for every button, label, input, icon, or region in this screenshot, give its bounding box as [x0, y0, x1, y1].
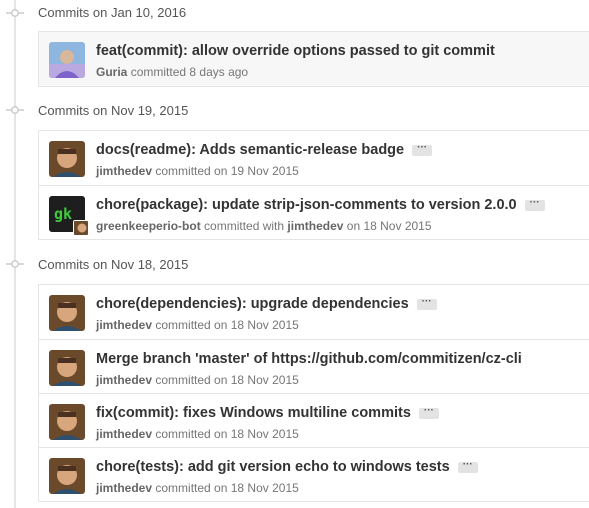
commit-group: feat(commit): allow override options pas…: [38, 31, 589, 87]
commit-action: committed on: [155, 164, 228, 178]
commit-date: 18 Nov 2015: [230, 481, 299, 495]
author-link[interactable]: greenkeeperio-bot: [96, 219, 201, 233]
author-link[interactable]: Guria: [96, 65, 127, 79]
commit-date: 18 Nov 2015: [230, 373, 299, 387]
commit-action: committed on: [155, 318, 228, 332]
commit-meta: jimthedev committed on 18 Nov 2015: [96, 427, 299, 441]
commit-meta: Guria committed 8 days ago: [96, 65, 248, 79]
commit-meta: jimthedev committed on 18 Nov 2015: [96, 481, 299, 495]
commit-action: committed: [130, 65, 187, 79]
expand-ellipsis-button[interactable]: ···: [457, 459, 478, 473]
coauthor-link[interactable]: jimthedev: [287, 219, 343, 233]
commit-meta: jimthedev committed on 18 Nov 2015: [96, 373, 299, 387]
commit-date: on 18 Nov 2015: [346, 219, 432, 233]
timeline-line: [14, 0, 16, 508]
commit-message-link[interactable]: docs(readme): Adds semantic-release badg…: [96, 142, 404, 158]
commit-group-icon: [6, 9, 24, 17]
commit-group: chore(dependencies): upgrade dependencie…: [38, 284, 589, 502]
commit-action: committed on: [155, 373, 228, 387]
commit-meta: jimthedev committed on 18 Nov 2015: [96, 318, 299, 332]
commit-meta: jimthedev committed on 19 Nov 2015: [96, 164, 299, 178]
coauthor-avatar[interactable]: [73, 220, 89, 236]
commit-date: 18 Nov 2015: [230, 318, 299, 332]
commit-group: docs(readme): Adds semantic-release badg…: [38, 130, 589, 240]
author-link[interactable]: jimthedev: [96, 373, 152, 387]
commit-action: committed on: [155, 481, 228, 495]
jimthedev-avatar[interactable]: [49, 350, 85, 386]
jimthedev-avatar[interactable]: [49, 295, 85, 331]
guria-avatar[interactable]: [49, 42, 85, 78]
expand-ellipsis-button[interactable]: ···: [412, 142, 433, 156]
commit-row: feat(commit): allow override options pas…: [39, 32, 589, 86]
jimthedev-avatar[interactable]: [49, 404, 85, 440]
author-link[interactable]: jimthedev: [96, 481, 152, 495]
author-link[interactable]: jimthedev: [96, 318, 152, 332]
jimthedev-avatar[interactable]: [49, 141, 85, 177]
commit-message-link[interactable]: fix(commit): fixes Windows multiline com…: [96, 405, 411, 421]
expand-ellipsis-button[interactable]: ···: [418, 405, 439, 419]
group-title: Commits on Nov 18, 2015: [38, 257, 189, 272]
jimthedev-avatar[interactable]: [49, 458, 85, 494]
author-link[interactable]: jimthedev: [96, 164, 152, 178]
commit-group-icon: [6, 106, 24, 114]
commit-action: committed on: [155, 427, 228, 441]
commit-action: committed with: [204, 219, 285, 233]
commit-message-link[interactable]: chore(package): update strip-json-commen…: [96, 197, 517, 213]
commit-date: 18 Nov 2015: [230, 427, 299, 441]
commit-row: Merge branch 'master' of https://github.…: [39, 339, 589, 393]
commit-row: gk chore(package): update strip-json-com…: [39, 185, 589, 239]
commit-row: docs(readme): Adds semantic-release badg…: [39, 131, 589, 185]
group-title: Commits on Nov 19, 2015: [38, 103, 189, 118]
svg-text:gk: gk: [54, 205, 72, 223]
expand-ellipsis-button[interactable]: ···: [524, 197, 545, 211]
commit-row: chore(dependencies): upgrade dependencie…: [39, 285, 589, 339]
commit-date: 8 days ago: [189, 65, 249, 79]
commit-message-link[interactable]: Merge branch 'master' of https://github.…: [96, 351, 522, 367]
commit-message-link[interactable]: chore(tests): add git version echo to wi…: [96, 459, 450, 475]
group-title: Commits on Jan 10, 2016: [38, 5, 187, 20]
author-link[interactable]: jimthedev: [96, 427, 152, 441]
commit-message-link[interactable]: chore(dependencies): upgrade dependencie…: [96, 296, 409, 312]
commit-date: 19 Nov 2015: [230, 164, 299, 178]
commit-row: fix(commit): fixes Windows multiline com…: [39, 393, 589, 447]
commit-message-link[interactable]: feat(commit): allow override options pas…: [96, 43, 495, 59]
expand-ellipsis-button[interactable]: ···: [416, 296, 437, 310]
commit-group-icon: [6, 260, 24, 268]
commit-meta: greenkeeperio-bot committed with jimthed…: [96, 219, 432, 233]
commit-row: chore(tests): add git version echo to wi…: [39, 447, 589, 501]
